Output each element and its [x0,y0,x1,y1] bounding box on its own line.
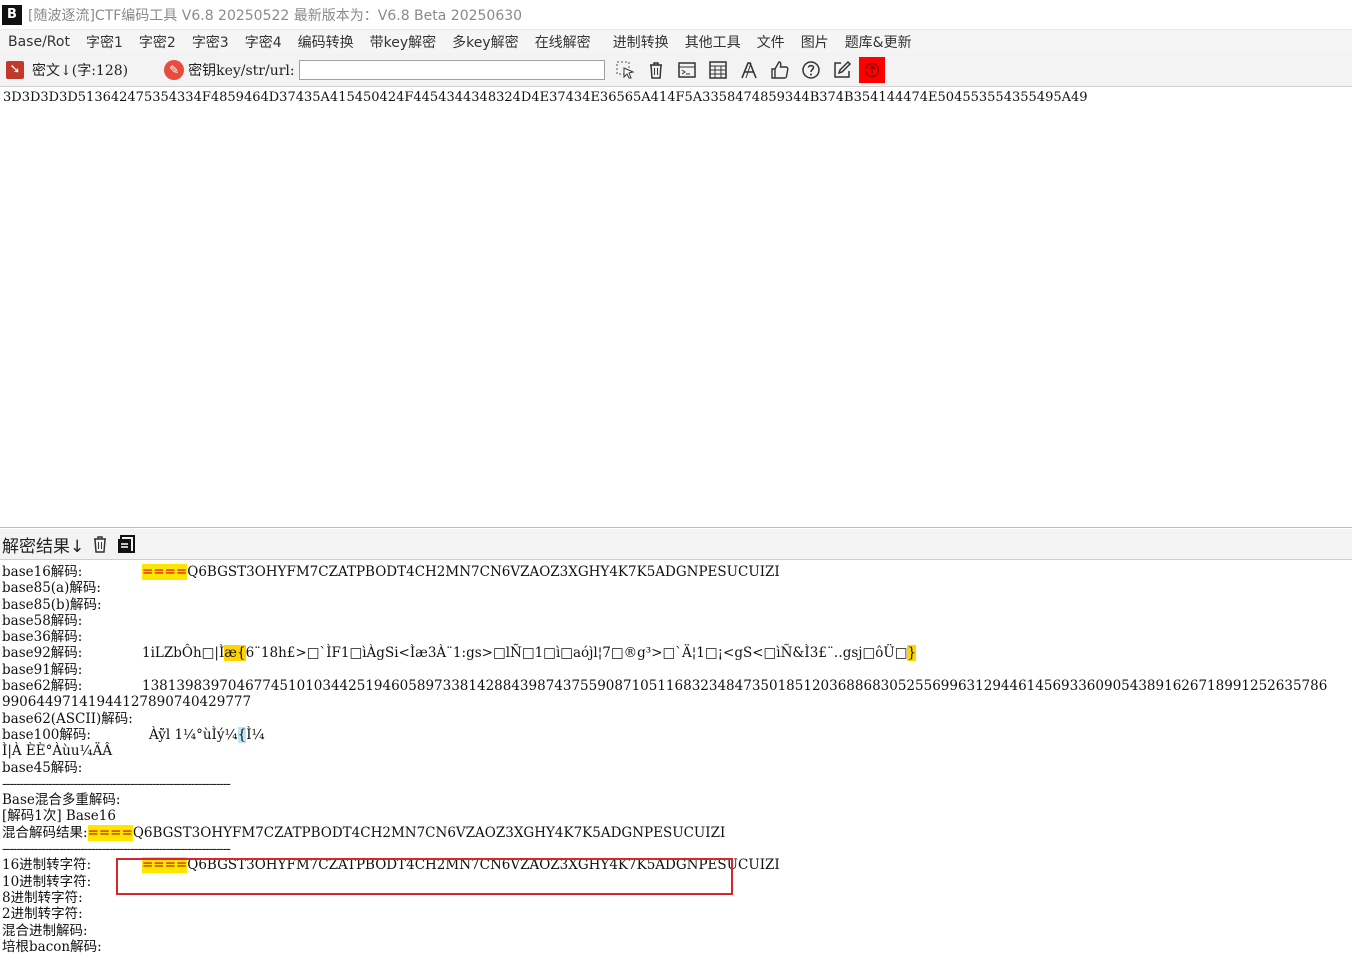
title-bar: B [随波逐流]CTF编码工具 V6.8 20250522 最新版本为：V6.8… [0,0,1352,29]
base100-value: Àÿ̀l 1¼°ùÌý¼{Ì¼ [149,726,265,743]
base58-label: base58解码: [2,612,83,629]
key-input[interactable] [298,59,605,80]
base16-label: base16解码: [2,564,83,580]
menu-file[interactable]: 文件 [749,32,793,52]
base62ascii-label: base62(ASCII)解码: [2,710,133,727]
menu-questions-update[interactable]: 题库&更新 [837,32,920,52]
base100-value-cont: Ì|À ÈÈ°Àùu¼ÄÂ [2,743,113,760]
base85a-label: base85(a)解码: [2,580,101,597]
help-icon[interactable] [800,59,822,81]
mixed-decode-row: 混合解码结果:====Q6BGST3OHYFM7CZATPBODT4CH2MN7… [2,824,1352,841]
result-row-base100: base100解码: Àÿ̀l 1¼°ùÌý¼{Ì¼ [2,726,1352,743]
base45-label: base45解码: [2,759,83,776]
hex-label: 16进制转字符: [2,857,92,874]
menu-radix-convert[interactable]: 进制转换 [605,32,677,52]
app-logo-icon: B [2,4,22,25]
cipher-textarea[interactable]: 3D3D3D3D513642475354334F4859464D37435A41… [0,87,1352,528]
dec-label: 10进制转字符: [2,873,92,890]
base16-value-text: Q6BGST3OHYFM7CZATPBODT4CH2MN7CN6VZAOZ3XG… [187,564,780,580]
base100-highlight: { [237,726,247,743]
base85b-label: base85(b)解码: [2,596,102,613]
result-row-base16: base16解码: ====Q6BGST3OHYFM7CZATPBODT4CH2… [2,564,1352,580]
menu-other-tools[interactable]: 其他工具 [677,32,749,52]
base100-label: base100解码: [2,726,91,743]
result-row-base85b: base85(b)解码: [2,597,1352,613]
bin-label: 2进制转字符: [2,906,83,923]
base91-label: base91解码: [2,661,83,678]
menu-image[interactable]: 图片 [793,32,837,52]
bin-row: 2进制转字符: [2,906,1352,922]
window-title: [随波逐流]CTF编码工具 V6.8 20250522 最新版本为：V6.8 B… [28,7,523,24]
bacon-label: 培根bacon解码: [2,938,102,955]
eraser-icon[interactable]: ✎ [164,59,185,80]
bacon-row: 培根bacon解码: [2,939,1352,955]
toolbar: ➘ 密文↓(字:128) ✎ 密钥key/str/url: [0,53,1352,87]
cursor-icon[interactable] [614,59,636,81]
base92-value: 1iLZbÔh□|Ìæ{6¨18h£>□`ÌF1□ìÀgSi<Ìæ3À¨1:gs… [142,645,917,662]
result-row-base36: base36解码: [2,629,1352,645]
menu-base-rot[interactable]: Base/Rot [0,34,78,50]
clear-results-trash-icon[interactable] [90,534,110,554]
key-label: 密钥key/str/url: [188,62,295,79]
terminal-icon[interactable] [676,59,698,81]
result-row-base62ascii: base62(ASCII)解码: [2,711,1352,727]
base100-value-post: Ì¼ [246,726,265,743]
base92-value-pre: 1iLZbÔh□|Ì [142,645,225,662]
result-label: 解密结果↓ [2,536,85,557]
result-row-base45: base45解码: [2,760,1352,776]
cipher-label: 密文↓(字:128) [32,62,129,79]
mixed-radix-label: 混合进制解码: [2,922,88,939]
mixed-radix-row: 混合进制解码: [2,923,1352,939]
menu-zimi4[interactable]: 字密4 [237,32,290,52]
base16-prefix: ==== [142,564,188,580]
result-row-base62: base62解码: 138139839704677451010344251946… [2,678,1352,694]
separator-line: ----------------------------------------… [2,775,231,792]
menu-bar: Base/Rot 字密1 字密2 字密3 字密4 编码转换 带key解密 多ke… [0,29,1352,54]
base62-value-cont: 99064497141944127890740429777 [2,694,252,711]
import-arrow-icon[interactable]: ➘ [6,60,24,79]
menu-zimi2[interactable]: 字密2 [131,32,184,52]
thumbs-up-icon[interactable] [769,59,791,81]
base16-value: ====Q6BGST3OHYFM7CZATPBODT4CH2MN7CN6VZAO… [142,564,780,580]
result-row-base100-cont: Ì|À ÈÈ°Àùu¼ÄÂ [2,743,1352,759]
result-row-base62-cont: 99064497141944127890740429777 [2,694,1352,710]
result-bar: 解密结果↓ [0,529,1352,560]
edit-icon[interactable] [831,59,853,81]
menu-encoding-convert[interactable]: 编码转换 [290,32,362,52]
menu-zimi1[interactable]: 字密1 [78,32,131,52]
separator-line-2: ----------------------------------------… [2,841,231,858]
oct-label: 8进制转字符: [2,889,83,906]
upload-icon[interactable] [858,56,885,83]
multi-decode-step: [解码1次] Base16 [2,808,116,825]
base92-label: base92解码: [2,645,83,662]
result-row-base85a: base85(a)解码: [2,580,1352,596]
base36-label: base36解码: [2,629,83,646]
mixed-decode-label: 混合解码结果: [2,824,88,841]
result-row-base91: base91解码: [2,662,1352,678]
mixed-decode-prefix: ==== [87,824,133,841]
base62-value: 1381398397046774510103442519460589733814… [142,678,1328,695]
result-row-base92: base92解码: 1iLZbÔh□|Ìæ{6¨18h£>□`ÌF1□ìÀgSi… [2,645,1352,662]
base92-highlight-1: æ{ [224,645,246,662]
result-row-base58: base58解码: [2,613,1352,629]
font-icon[interactable] [738,59,760,81]
copy-results-icon[interactable] [116,534,136,554]
base92-value-mid: 6¨18h£>□`ÌF1□ìÀgSi<Ìæ3À¨1:gs>□lÑ□1□ì□aój… [245,645,908,662]
base92-highlight-2: } [907,645,917,662]
mixed-decode-value: Q6BGST3OHYFM7CZATPBODT4CH2MN7CN6VZAOZ3XG… [132,824,726,841]
menu-key-decrypt[interactable]: 带key解密 [362,32,445,52]
base62-label: base62解码: [2,678,83,695]
highlight-annotation-box [116,858,733,895]
menu-multikey-decrypt[interactable]: 多key解密 [444,32,527,52]
menu-online-decrypt[interactable]: 在线解密 [527,32,599,52]
multi-decode-label: Base混合多重解码: [2,792,121,809]
menu-zimi3[interactable]: 字密3 [184,32,237,52]
trash-icon[interactable] [645,59,667,81]
calculator-icon[interactable] [707,59,729,81]
result-textarea[interactable]: base16解码: ====Q6BGST3OHYFM7CZATPBODT4CH2… [0,560,1352,955]
base100-value-pre: Àÿ̀l 1¼°ùÌý¼ [149,726,238,743]
